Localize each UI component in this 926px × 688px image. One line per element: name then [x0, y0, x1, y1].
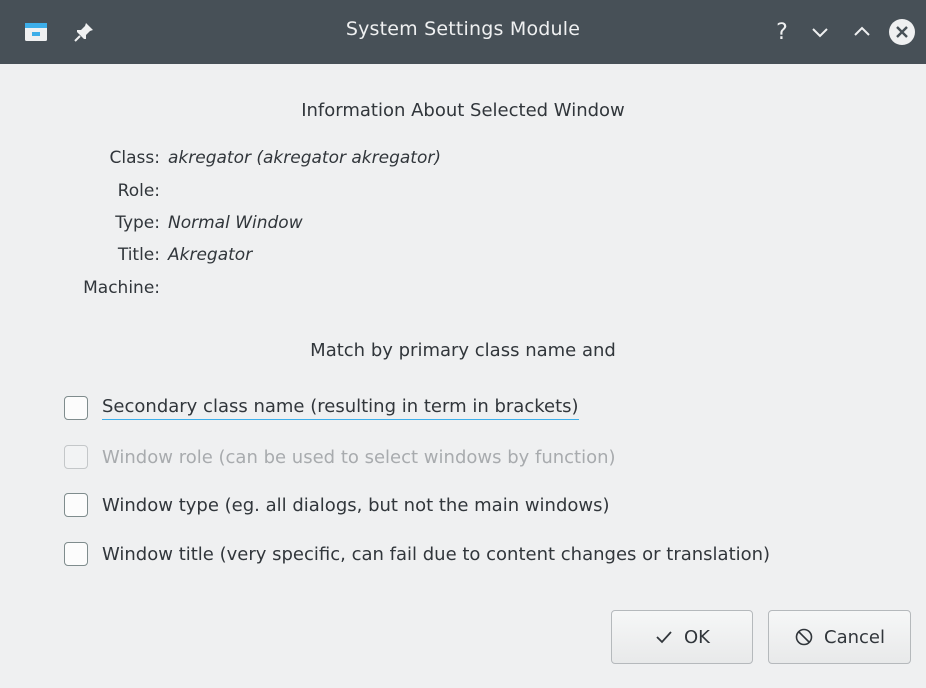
match-heading: Match by primary class name and	[310, 340, 616, 361]
info-row-machine: Machine:	[0, 278, 700, 302]
ok-button[interactable]: OK	[611, 610, 753, 664]
class-value: akregator (akregator akregator)	[168, 148, 441, 168]
info-row-type: Type: Normal Window	[0, 213, 700, 237]
dialog-window: System Settings Module ? Information Abo…	[0, 0, 926, 688]
window-title-checkbox[interactable]	[64, 542, 88, 566]
role-label: Role:	[117, 181, 160, 201]
window-type-label[interactable]: Window type (eg. all dialogs, but not th…	[102, 495, 610, 516]
option-window-type[interactable]: Window type (eg. all dialogs, but not th…	[64, 491, 610, 519]
option-window-title[interactable]: Window title (very specific, can fail du…	[64, 540, 770, 568]
info-row-class: Class: akregator (akregator akregator)	[0, 148, 700, 172]
minimize-icon	[812, 28, 828, 38]
window-type-checkbox[interactable]	[64, 493, 88, 517]
type-value: Normal Window	[168, 213, 303, 233]
help-button[interactable]: ?	[766, 16, 798, 48]
class-label: Class:	[109, 148, 160, 168]
minimize-button[interactable]	[804, 16, 836, 48]
checkmark-icon	[654, 627, 674, 647]
close-button[interactable]	[886, 16, 918, 48]
cancel-button[interactable]: Cancel	[768, 610, 911, 664]
secondary-class-label[interactable]: Secondary class name (resulting in term …	[102, 396, 579, 420]
maximize-button[interactable]	[846, 16, 878, 48]
option-secondary-class[interactable]: Secondary class name (resulting in term …	[64, 394, 579, 422]
option-window-role: Window role (can be used to select windo…	[64, 443, 616, 471]
window-title-label[interactable]: Window title (very specific, can fail du…	[102, 544, 770, 565]
info-heading: Information About Selected Window	[301, 100, 625, 121]
type-label: Type:	[115, 213, 160, 233]
help-icon: ?	[776, 19, 788, 45]
maximize-icon	[854, 26, 870, 36]
machine-label: Machine:	[83, 278, 160, 298]
info-row-role: Role:	[0, 181, 700, 205]
title-value: Akregator	[168, 245, 253, 265]
window-role-label: Window role (can be used to select windo…	[102, 446, 616, 468]
info-row-title: Title: Akregator	[0, 245, 700, 269]
close-icon	[889, 19, 915, 45]
title-label: Title:	[117, 245, 160, 265]
title-bar[interactable]: System Settings Module ?	[0, 0, 926, 64]
cancel-icon	[794, 627, 814, 647]
secondary-class-checkbox[interactable]	[64, 396, 88, 420]
ok-label: OK	[684, 626, 710, 648]
cancel-label: Cancel	[824, 626, 885, 648]
window-role-checkbox	[64, 445, 88, 469]
